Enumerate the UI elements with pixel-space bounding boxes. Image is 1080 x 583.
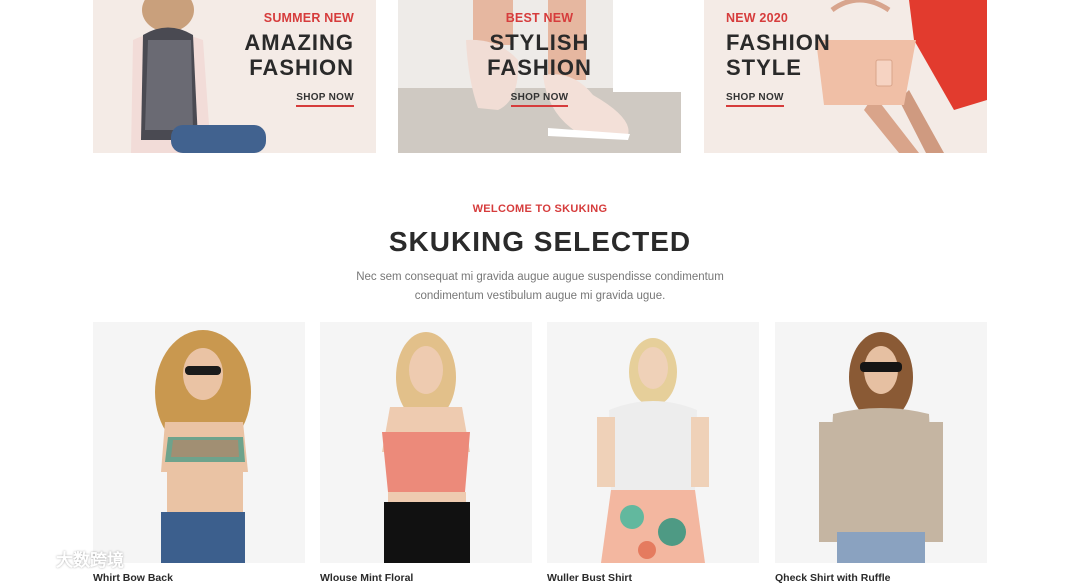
banner-headline-line2: FASHION	[487, 55, 592, 80]
banner-headline-line2: STYLE	[726, 55, 802, 80]
product-image[interactable]	[93, 322, 305, 563]
product-name[interactable]: Wlouse Mint Floral	[320, 572, 532, 583]
shop-now-link[interactable]: SHOP NOW	[510, 92, 569, 107]
model-photo-icon	[547, 322, 759, 563]
shop-now-link[interactable]: SHOP NOW	[726, 92, 784, 107]
product-card[interactable]: Wuller Bust Shirt	[547, 322, 759, 583]
watermark-logo-icon	[9, 549, 48, 569]
banner-amazing-fashion[interactable]: SUMMER NEW AMAZING FASHION SHOP NOW	[93, 0, 376, 153]
watermark-text: 大数跨境	[56, 551, 124, 570]
section-description: Nec sem consequat mi gravida augue augue…	[0, 268, 1080, 306]
model-photo-icon	[320, 322, 532, 563]
banner-headline-line1: AMAZING	[244, 30, 354, 55]
product-name[interactable]: Qheck Shirt with Ruffle	[775, 572, 987, 583]
model-photo-icon	[93, 322, 305, 563]
section-description-line2: condimentum vestibulum augue mi gravida …	[414, 290, 666, 302]
section-kicker: WELCOME TO SKUKING	[472, 203, 608, 215]
product-image[interactable]	[320, 322, 532, 563]
banner-stylish-fashion[interactable]: BEST NEW STYLISH FASHION SHOP NOW	[398, 0, 681, 153]
banner-headline-line1: STYLISH	[489, 30, 590, 55]
product-image[interactable]	[547, 322, 759, 563]
watermark: 大数跨境	[8, 546, 124, 571]
banner-text-block: SUMMER NEW AMAZING FASHION SHOP NOW	[244, 10, 354, 107]
section-description-line1: Nec sem consequat mi gravida augue augue…	[356, 271, 724, 283]
product-card[interactable]: Qheck Shirt with Ruffle	[775, 322, 987, 583]
banner-text-block: BEST NEW STYLISH FASHION SHOP NOW	[398, 10, 681, 107]
banner-text-block: NEW 2020 FASHION STYLE SHOP NOW	[726, 10, 831, 107]
product-card[interactable]: Wlouse Mint Floral	[320, 322, 532, 583]
shop-now-link[interactable]: SHOP NOW	[296, 92, 354, 107]
banner-kicker: NEW 2020	[726, 11, 789, 25]
product-image[interactable]	[775, 322, 987, 563]
product-name[interactable]: Whirt Bow Back	[93, 572, 305, 583]
banner-fashion-style[interactable]: NEW 2020 FASHION STYLE SHOP NOW	[704, 0, 987, 153]
banner-kicker: BEST NEW	[505, 11, 574, 25]
model-photo-icon	[775, 322, 987, 563]
banner-kicker: SUMMER NEW	[263, 11, 354, 25]
product-card[interactable]: Whirt Bow Back	[93, 322, 305, 583]
section-title: SKUKING SELECTED	[388, 226, 692, 257]
product-name[interactable]: Wuller Bust Shirt	[547, 572, 759, 583]
banner-headline-line1: FASHION	[726, 30, 831, 55]
banner-headline-line2: FASHION	[249, 55, 354, 80]
